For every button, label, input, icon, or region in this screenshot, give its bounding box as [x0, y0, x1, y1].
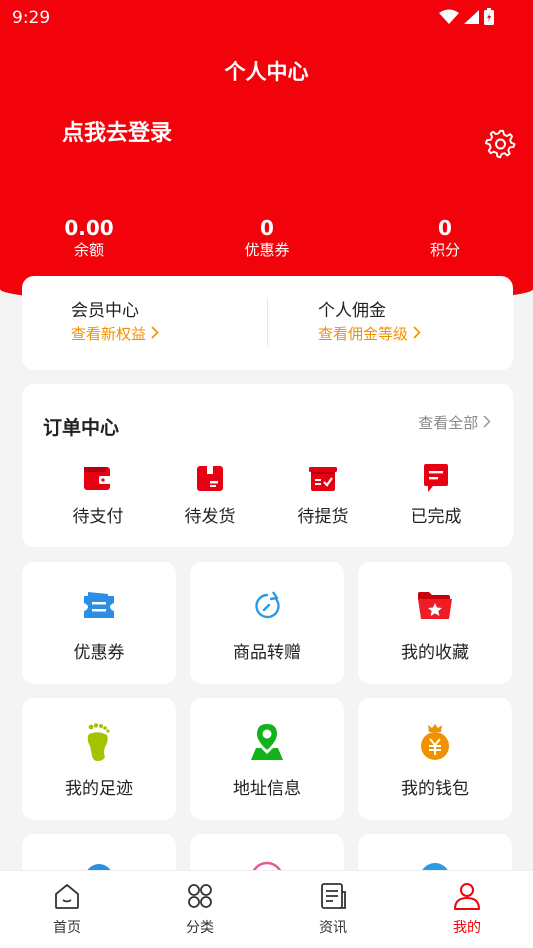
refresh-icon	[247, 586, 287, 626]
chevron-right-icon	[151, 326, 159, 339]
tile-address[interactable]: 地址信息	[190, 698, 344, 820]
login-prompt[interactable]: 点我去登录	[62, 115, 172, 147]
tile-label: 商品转赠	[233, 643, 301, 663]
tab-mine[interactable]: 我的	[427, 881, 507, 937]
signal-icon	[464, 10, 479, 24]
chevron-right-icon	[483, 415, 491, 428]
tab-label: 首页	[53, 920, 81, 936]
order-pending-pickup[interactable]: 待提货	[278, 462, 368, 527]
stat-value: 0	[438, 216, 452, 240]
gear-icon	[485, 129, 516, 159]
user-icon	[452, 881, 482, 911]
status-bar: 9:29	[0, 0, 533, 36]
order-item-label: 待支付	[72, 507, 124, 527]
stat-value: 0.00	[64, 216, 114, 240]
tile-favorites[interactable]: 我的收藏	[358, 562, 512, 684]
tile-footprints[interactable]: 我的足迹	[22, 698, 176, 820]
package-icon	[194, 462, 226, 494]
status-time: 9:29	[12, 8, 51, 28]
tab-label: 资讯	[319, 920, 347, 936]
tile-label: 我的足迹	[65, 779, 133, 799]
location-icon	[247, 722, 287, 762]
home-icon	[52, 881, 82, 911]
order-item-label: 已完成	[410, 507, 462, 527]
tile-label: 我的收藏	[401, 643, 469, 663]
tile-wallet[interactable]: 我的钱包	[358, 698, 512, 820]
tab-home[interactable]: 首页	[27, 881, 107, 937]
stat-label: 优惠券	[244, 241, 290, 259]
view-all-text: 查看全部	[418, 414, 479, 432]
view-all-orders-link[interactable]: 查看全部	[418, 412, 491, 433]
divider	[267, 298, 268, 346]
tab-category[interactable]: 分类	[160, 881, 240, 937]
order-pending-shipment[interactable]: 待发货	[165, 462, 255, 527]
tab-label: 分类	[186, 920, 214, 936]
member-center-link[interactable]: 查看新权益	[71, 323, 159, 345]
stat-value: 0	[260, 216, 274, 240]
tab-label: 我的	[453, 920, 481, 936]
tile-label: 地址信息	[233, 779, 301, 799]
order-item-label: 待提货	[297, 507, 349, 527]
folder-star-icon	[415, 586, 455, 626]
stat-label: 余额	[73, 241, 104, 259]
message-icon	[420, 462, 452, 494]
member-center[interactable]: 会员中心 查看新权益	[71, 300, 159, 345]
commission-link-text: 查看佣金等级	[318, 325, 409, 343]
tile-gift-transfer[interactable]: 商品转赠	[190, 562, 344, 684]
bottom-tab-bar: 首页 分类 资讯 我的	[0, 870, 533, 948]
wallet-icon	[82, 462, 114, 494]
category-icon	[185, 881, 215, 911]
tile-coupons[interactable]: 优惠券	[22, 562, 176, 684]
news-icon	[318, 881, 348, 911]
order-pending-payment[interactable]: 待支付	[53, 462, 143, 527]
stat-balance[interactable]: 0.00 余额	[44, 217, 134, 261]
settings-button[interactable]	[485, 128, 517, 160]
status-icons	[439, 8, 495, 26]
wifi-icon	[439, 9, 459, 24]
commission-link[interactable]: 查看佣金等级	[318, 323, 421, 345]
commission[interactable]: 个人佣金 查看佣金等级	[318, 300, 421, 345]
pickup-icon	[307, 462, 339, 494]
chevron-right-icon	[413, 326, 421, 339]
commission-title: 个人佣金	[318, 301, 386, 321]
member-card: 会员中心 查看新权益 个人佣金 查看佣金等级	[22, 276, 513, 370]
stat-label: 积分	[429, 241, 460, 259]
order-completed[interactable]: 已完成	[391, 462, 481, 527]
tile-label: 我的钱包	[401, 779, 469, 799]
money-bag-icon	[415, 722, 455, 762]
order-item-label: 待发货	[184, 507, 236, 527]
tile-label: 优惠券	[73, 643, 125, 663]
coupon-icon	[79, 586, 119, 626]
order-center-card: 订单中心 查看全部 待支付 待发货 待提货 已完成	[22, 384, 513, 547]
footprint-icon	[79, 722, 119, 762]
tab-news[interactable]: 资讯	[293, 881, 373, 937]
stat-points[interactable]: 0 积分	[400, 217, 490, 261]
page-title: 个人中心	[224, 60, 309, 84]
order-center-title: 订单中心	[43, 417, 120, 439]
member-center-link-text: 查看新权益	[71, 325, 147, 343]
battery-icon	[484, 8, 494, 25]
member-center-title: 会员中心	[71, 301, 139, 321]
stat-coupons[interactable]: 0 优惠券	[222, 217, 312, 261]
